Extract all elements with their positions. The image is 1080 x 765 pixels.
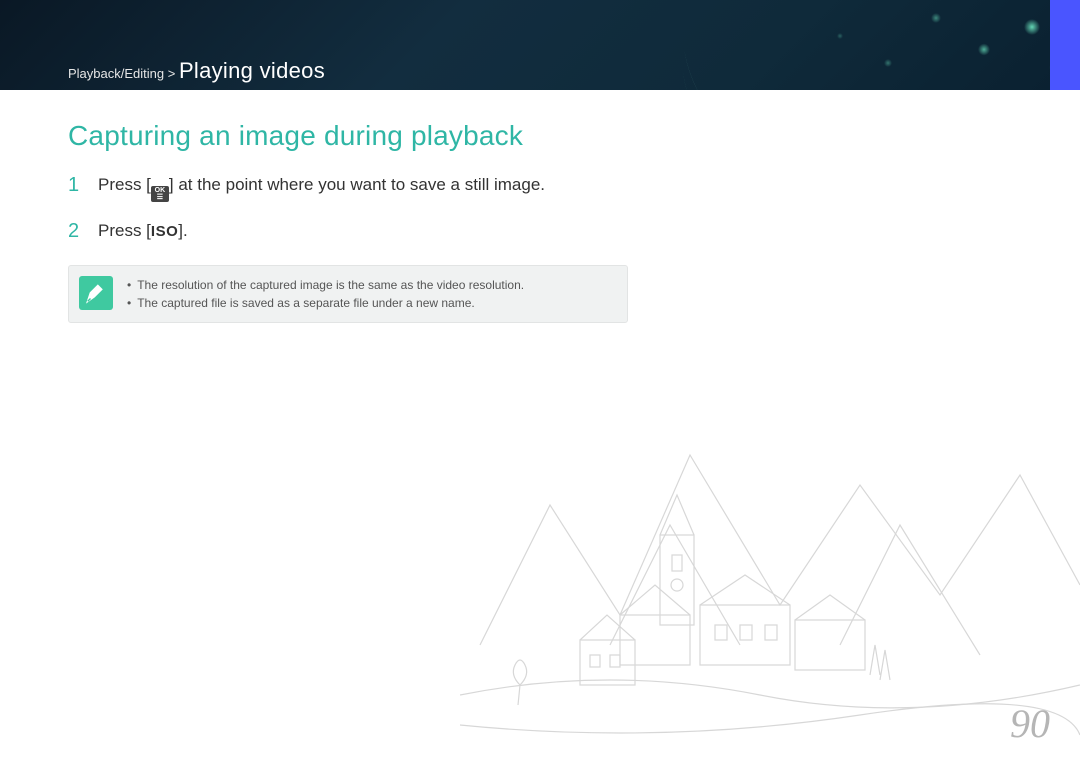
decorative-illustration [460,385,1080,765]
note-item: The captured file is saved as a separate… [127,294,524,312]
note-box: The resolution of the captured image is … [68,265,628,323]
section-heading: Capturing an image during playback [68,120,572,152]
step-text-fragment: ]. [178,221,187,240]
breadcrumb-prefix: Playback/Editing > [68,66,179,81]
iso-icon: ISO [151,223,178,240]
note-list: The resolution of the captured image is … [127,276,524,312]
decorative-sparkle [760,0,1080,90]
step-1: 1 Press [OK☰] at the point where you wan… [68,174,572,202]
ok-menu-icon: OK☰ [151,186,169,202]
step-text-fragment: Press [ [98,175,151,194]
step-text-fragment: Press [ [98,221,151,240]
page-header: Playback/Editing > Playing videos [0,0,1080,90]
note-item: The resolution of the captured image is … [127,276,524,294]
step-2: 2 Press [ISO]. [68,220,572,243]
page-number: 90 [1010,700,1050,747]
breadcrumb: Playback/Editing > Playing videos [68,58,325,84]
step-number: 2 [68,220,98,242]
step-text: Press [OK☰] at the point where you want … [98,174,545,202]
step-text-fragment: ] at the point where you want to save a … [169,175,545,194]
content-area: Capturing an image during playback 1 Pre… [0,90,640,323]
step-text: Press [ISO]. [98,220,188,243]
pen-icon [79,276,113,310]
step-number: 1 [68,174,98,196]
section-color-tab [1050,0,1080,90]
breadcrumb-current: Playing videos [179,58,325,83]
